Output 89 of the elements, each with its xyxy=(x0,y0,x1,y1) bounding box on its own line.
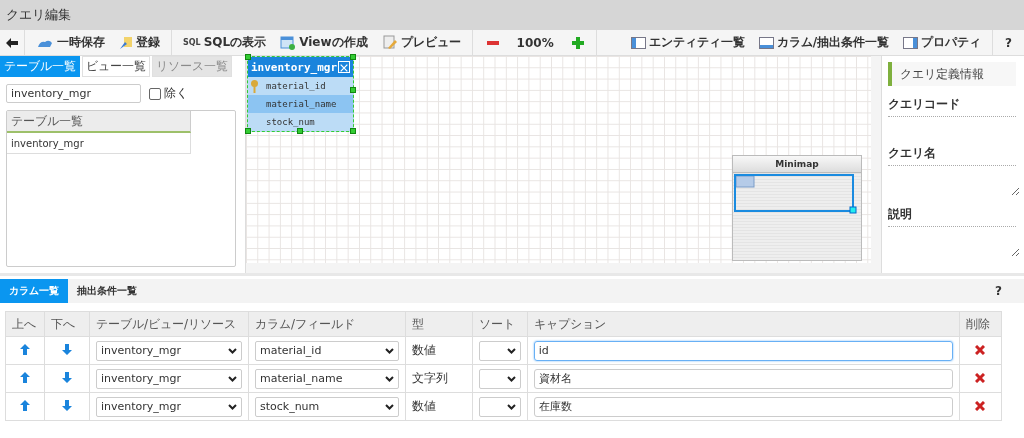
dropdown[interactable]: inventory_mgr xyxy=(95,368,242,389)
document-icon xyxy=(381,35,398,50)
toolbar-button[interactable]: プロパティ xyxy=(898,32,987,53)
up-arrow-icon[interactable] xyxy=(20,399,30,411)
checkbox-label: 除く xyxy=(164,85,188,102)
table-cell: 文字列 xyxy=(411,371,448,385)
scrollbar[interactable] xyxy=(871,56,881,263)
entity-title: inventory_mgr xyxy=(251,60,338,74)
input-field[interactable]: 在庫数 xyxy=(533,396,953,417)
chevron-icon xyxy=(506,375,516,382)
down-arrow-icon[interactable] xyxy=(61,343,72,355)
tab[interactable]: ビュー一覧 xyxy=(82,56,150,77)
up-arrow-icon[interactable] xyxy=(20,371,30,383)
field-label: クエリコード xyxy=(888,86,1016,117)
plus-icon[interactable] xyxy=(571,36,584,49)
column-header: 上へ xyxy=(12,316,36,331)
close-button[interactable] xyxy=(338,61,350,73)
column-header: ソート xyxy=(478,316,515,331)
dropdown[interactable]: material_name xyxy=(254,368,399,389)
resize-handle[interactable] xyxy=(350,87,356,93)
table-cell: 数値 xyxy=(411,343,436,357)
toolbar-button[interactable]: プレビュー xyxy=(376,32,466,53)
search-field[interactable]: inventory_mgr xyxy=(6,84,141,103)
resize-handle[interactable] xyxy=(245,128,251,134)
document-icon xyxy=(119,35,133,50)
column-header: カラム/フィールド xyxy=(254,316,355,331)
toolbar-button[interactable]: Viewの作成 xyxy=(275,32,373,53)
resize-handle[interactable] xyxy=(350,54,356,60)
column-header: テーブル一覧 xyxy=(7,111,191,133)
dropdown[interactable] xyxy=(478,340,521,361)
down-arrow-icon[interactable] xyxy=(61,371,72,383)
section-heading: クエリ定義情報 xyxy=(888,62,1016,86)
window-title: クエリ編集 xyxy=(6,6,71,24)
toolbar-button[interactable]: 登録 xyxy=(114,32,165,53)
column-header: キャプション xyxy=(533,316,606,331)
column-header: 下へ xyxy=(51,316,75,331)
dropdown[interactable] xyxy=(478,368,521,389)
up-arrow-icon[interactable] xyxy=(20,343,30,355)
minimap[interactable]: Minimap xyxy=(732,155,862,261)
entity-field[interactable]: stock_num xyxy=(248,113,353,131)
help-button[interactable]: ? xyxy=(993,35,1024,50)
toolbar-button[interactable]: カラム/抽出条件一覧 xyxy=(753,32,895,53)
entity-field[interactable]: material_name xyxy=(248,95,353,113)
delete-icon[interactable] xyxy=(975,400,986,411)
toolbar-button[interactable]: SQL SQLの表示 xyxy=(178,32,272,53)
chevron-icon xyxy=(384,347,394,354)
chevron-icon xyxy=(384,403,394,410)
column-header: テーブル/ビュー/リソース xyxy=(95,316,237,331)
tab[interactable]: 抽出条件一覧 xyxy=(68,279,146,303)
sql-icon: SQL xyxy=(183,38,201,47)
entity-field[interactable]: material_id xyxy=(248,77,353,95)
list-item[interactable]: inventory_mgr xyxy=(7,133,191,154)
delete-icon[interactable] xyxy=(975,344,986,355)
window-icon xyxy=(280,35,297,50)
chevron-icon xyxy=(506,347,516,354)
panel-icon xyxy=(758,36,774,49)
resize-handle[interactable] xyxy=(297,128,303,134)
help-button[interactable]: ? xyxy=(995,284,1002,298)
chevron-icon xyxy=(227,403,237,410)
entity-box[interactable]: inventory_mgr material_id material_name stock_num xyxy=(247,56,354,132)
table-cell: 数値 xyxy=(411,399,436,413)
dropdown[interactable]: material_id xyxy=(254,340,399,361)
dropdown[interactable] xyxy=(478,396,521,417)
column-header: 型 xyxy=(411,316,424,331)
panel-icon xyxy=(630,36,646,49)
checkbox[interactable] xyxy=(149,87,161,100)
minimap-title: Minimap xyxy=(775,159,819,169)
chevron-icon xyxy=(384,375,394,382)
toolbar-button[interactable]: エンティティ一覧 xyxy=(625,32,750,53)
input-field[interactable]: 資材名 xyxy=(533,368,953,389)
zoom-level: 100% xyxy=(515,35,555,50)
viewport-frame[interactable] xyxy=(734,174,858,214)
dropdown[interactable]: inventory_mgr xyxy=(95,340,242,361)
column-header: 削除 xyxy=(965,316,990,331)
input-field[interactable]: id xyxy=(533,340,953,361)
delete-icon[interactable] xyxy=(975,372,986,383)
dropdown[interactable]: stock_num xyxy=(254,396,399,417)
down-arrow-icon[interactable] xyxy=(61,399,72,411)
chevron-icon xyxy=(227,347,237,354)
panel-icon xyxy=(903,36,919,49)
resize-handle[interactable] xyxy=(245,54,251,60)
chevron-icon xyxy=(227,375,237,382)
toolbar-button[interactable]: 一時保存 xyxy=(31,32,110,53)
minus-icon[interactable] xyxy=(486,40,499,45)
dropdown[interactable]: inventory_mgr xyxy=(95,396,242,417)
back-arrow-icon[interactable] xyxy=(6,37,18,48)
chevron-icon xyxy=(506,403,516,410)
scrollbar[interactable] xyxy=(246,263,881,273)
resize-handle[interactable] xyxy=(350,128,356,134)
